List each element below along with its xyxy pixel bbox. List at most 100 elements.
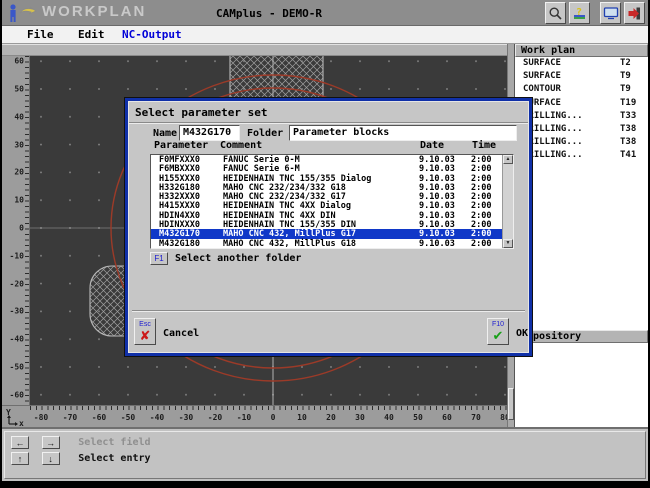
name-label: Name: [153, 128, 177, 139]
arrow-right-key[interactable]: →: [42, 436, 60, 449]
workplan-row[interactable]: CONTOURT9: [515, 83, 648, 96]
button-gap: [593, 2, 597, 24]
x-ruler-label: 40: [384, 413, 394, 422]
y-ruler-label: -50: [10, 363, 24, 372]
axis-x-label: x: [19, 419, 24, 426]
cell-p: M432G180: [159, 239, 200, 249]
folder-label: Folder: [247, 128, 283, 139]
tool-number: T33: [620, 111, 636, 121]
list-scrollbar[interactable]: ▲ ▼: [502, 155, 513, 248]
window-button[interactable]: [600, 2, 621, 24]
workplan-header: Work plan: [515, 44, 648, 57]
name-field[interactable]: M432G170: [179, 125, 240, 141]
dialog-title: Select parameter set: [135, 106, 267, 119]
workplan-logo-icon: [7, 3, 37, 23]
cancel-button[interactable]: Esc ✘: [134, 318, 156, 345]
magnifier-icon: [548, 6, 563, 21]
x-ruler-label: -40: [150, 413, 164, 422]
workplan-row[interactable]: DRILLING...T38: [515, 123, 648, 136]
tool-number: T38: [620, 137, 636, 147]
workplan-row[interactable]: DRILLING...T41: [515, 149, 648, 162]
arrow-left-key[interactable]: ←: [11, 436, 29, 449]
column-header-date: Date: [420, 140, 444, 151]
scroll-down-button[interactable]: ▼: [503, 239, 513, 248]
x-ruler-label: -70: [63, 413, 77, 422]
help-button[interactable]: ?: [569, 2, 590, 24]
x-ruler-label: 30: [355, 413, 365, 422]
message-bar: [2, 44, 507, 56]
depository-area: [515, 343, 648, 426]
dialog-button-separator: [132, 310, 525, 312]
axis-y-label: Y: [6, 408, 11, 417]
f10-key-label: F10: [492, 321, 504, 328]
y-ruler-label: -20: [10, 279, 24, 288]
window-frame: WORKPLAN CAMplus - DEMO-R ?: [2, 0, 648, 481]
f1-folder-button[interactable]: F1: [150, 252, 168, 265]
ok-check-icon: ✔: [488, 329, 508, 343]
tool-number: T9: [620, 71, 631, 81]
zoom-button[interactable]: [545, 2, 566, 24]
parameter-row[interactable]: H155XXX0HEIDENHAIN TNC 155/355 Dialog9.1…: [151, 174, 513, 183]
x-ruler-label: 60: [442, 413, 452, 422]
x-ruler-label: 0: [271, 413, 276, 422]
menu-item-file[interactable]: File: [27, 28, 54, 41]
svg-text:?: ?: [576, 7, 582, 18]
exit-button[interactable]: [624, 2, 645, 24]
workplan-row[interactable]: SURFACET2: [515, 57, 648, 70]
operation-name: SURFACE: [523, 58, 561, 68]
cancel-label: Cancel: [163, 328, 199, 339]
parameter-row[interactable]: F0MFXXX0FANUC Serie 0-M9.10.032:00: [151, 155, 513, 164]
status-bar: ← → Select field ↑ ↓ Select entry: [2, 427, 648, 481]
y-ruler-label: 20: [14, 168, 24, 177]
ok-button[interactable]: F10 ✔: [487, 318, 509, 345]
parameter-row[interactable]: F6MBXXX0FANUC Serie 6-M9.10.032:00: [151, 164, 513, 173]
x-ruler-label: 10: [297, 413, 307, 422]
tool-number: T41: [620, 150, 636, 160]
folder-field[interactable]: Parameter blocks: [289, 125, 517, 141]
arrow-down-key[interactable]: ↓: [42, 452, 60, 465]
y-ruler-label: 10: [14, 196, 24, 205]
monitor-icon: [603, 6, 619, 20]
parameter-row[interactable]: HDINXXX0HEIDENHAIN TNC 155/355 DIN9.10.0…: [151, 220, 513, 229]
parameter-row[interactable]: H415XXX0HEIDENHAIN TNC 4XX Dialog9.10.03…: [151, 201, 513, 210]
parameter-row[interactable]: HDIN4XX0HEIDENHAIN TNC 4XX DIN9.10.032:0…: [151, 211, 513, 220]
x-ruler-label: 20: [326, 413, 336, 422]
y-ruler-label: 50: [14, 85, 24, 94]
workplan-row[interactable]: SURFACET19: [515, 97, 648, 110]
field-hint-label: Select field: [78, 436, 150, 450]
workplan-row[interactable]: SURFACET9: [515, 70, 648, 83]
x-ruler-label: 70: [471, 413, 481, 422]
cancel-x-icon: ✘: [135, 329, 155, 343]
menu-item-nc-output[interactable]: NC-Output: [122, 28, 182, 41]
parameter-row[interactable]: M432G180 MAHO CNC 432, MillPlus G18 9.10.0…: [151, 239, 513, 248]
parameter-row[interactable]: H332G180MAHO CNC 232/234/332 G189.10.032…: [151, 183, 513, 192]
cell-c: MAHO CNC 432, MillPlus G18: [223, 239, 356, 249]
workplan-row[interactable]: DRILLING...T38: [515, 136, 648, 149]
cell-d: 9.10.03: [419, 239, 455, 249]
workplan-row[interactable]: DRILLING...T33: [515, 110, 648, 123]
status-bar-panel: ← → Select field ↑ ↓ Select entry: [4, 431, 646, 479]
y-ruler-label: -60: [10, 390, 24, 399]
x-ruler-label: -60: [92, 413, 106, 422]
operation-name: CONTOUR: [523, 84, 561, 94]
depository-header: Depository: [515, 330, 648, 343]
column-header-time: Time: [472, 140, 496, 151]
exit-icon: [627, 6, 642, 21]
vertical-ruler: 6050403020100-10-20-30-40-50-60: [2, 56, 30, 405]
x-ruler-label: -30: [179, 413, 193, 422]
y-ruler-label: 30: [14, 140, 24, 149]
x-ruler-label: -20: [208, 413, 222, 422]
parameter-row[interactable]: M432G170MAHO CNC 432, MillPlus G179.10.0…: [151, 229, 513, 238]
column-header-parameter: Parameter: [154, 140, 208, 151]
right-panel: Work plan SURFACET2SURFACET9CONTOURT9SUR…: [514, 44, 648, 427]
scroll-up-button[interactable]: ▲: [503, 155, 513, 164]
cell-t: 2:00: [471, 239, 491, 249]
x-ruler-label: -50: [121, 413, 135, 422]
app-title: WORKPLAN: [42, 3, 146, 20]
help-icon: ?: [572, 5, 587, 21]
column-header-comment: Comment: [220, 140, 262, 151]
menu-item-edit[interactable]: Edit: [78, 28, 105, 41]
dialog-title-separator: [129, 122, 528, 124]
parameter-rows: F0MFXXX0FANUC Serie 0-M9.10.032:00F6MBXX…: [151, 155, 513, 248]
arrow-up-key[interactable]: ↑: [11, 452, 29, 465]
